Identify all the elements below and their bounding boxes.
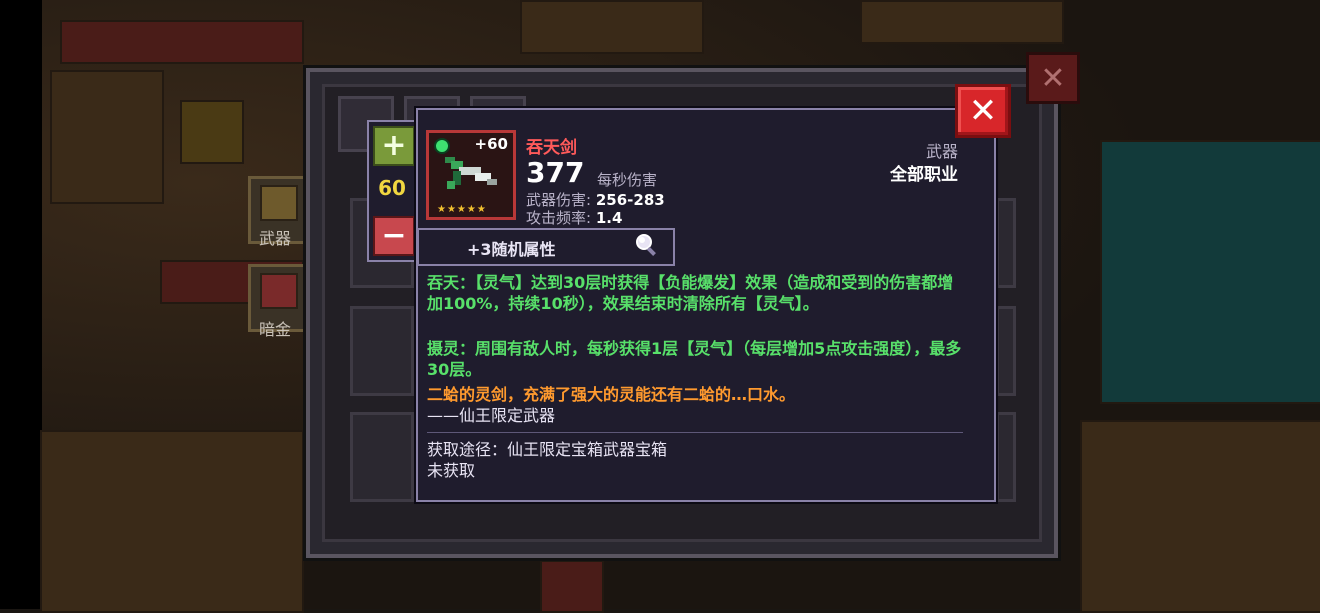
weapon-class: 全部职业 bbox=[890, 165, 958, 185]
weapon-name: 吞天剑 bbox=[526, 138, 577, 158]
weapon-enhance-level: +60 bbox=[474, 135, 508, 153]
level-value: 60 bbox=[378, 176, 406, 200]
inventory-slot[interactable] bbox=[996, 306, 1016, 396]
weapon-category-label: 武器 bbox=[259, 229, 292, 248]
level-increase-button[interactable]: + bbox=[373, 126, 415, 166]
darkgold-category-icon bbox=[260, 273, 298, 309]
weapon-category-icon bbox=[260, 185, 298, 221]
inventory-slot[interactable] bbox=[996, 198, 1016, 288]
magnifier-icon[interactable] bbox=[634, 232, 660, 258]
rarity-gem-icon bbox=[434, 138, 450, 154]
inventory-slot[interactable] bbox=[996, 412, 1016, 502]
background-decor bbox=[860, 0, 1064, 44]
darkgold-category-label: 暗金 bbox=[259, 320, 292, 339]
weapon-dps-label: 每秒伤害 bbox=[597, 171, 658, 189]
skill-devour-text: 吞天：【灵气】达到30层时获得【负能爆发】效果（造成和受到的伤害都增加100%，… bbox=[427, 273, 954, 313]
skill-absorb-text: 摄灵：周围有敌人时，每秒获得1层【灵气】（每层增加5点攻击强度），最多30层。 bbox=[427, 339, 962, 379]
screen-edge bbox=[0, 0, 42, 609]
weapon-rate-label: 攻击频率: bbox=[526, 209, 592, 227]
weapon-rate-row: 攻击频率: 1.4 bbox=[526, 207, 622, 228]
background-decor bbox=[60, 20, 304, 64]
owned-status: 未获取 bbox=[427, 461, 476, 480]
weapon-star-rating: ★★★★★ bbox=[437, 204, 487, 215]
detail-close-button[interactable]: ✕ bbox=[955, 84, 1011, 138]
background-decor bbox=[1080, 420, 1320, 613]
limited-tag: ——仙王限定武器 bbox=[427, 406, 556, 425]
weapon-rate-value: 1.4 bbox=[595, 209, 623, 227]
inventory-close-button[interactable]: ✕ bbox=[1026, 52, 1080, 104]
weapon-type: 武器 bbox=[925, 142, 958, 161]
source-text: 获取途径：仙王限定宝箱武器宝箱 bbox=[427, 440, 668, 459]
inventory-slot[interactable] bbox=[350, 412, 414, 502]
background-decor bbox=[540, 560, 604, 613]
level-decrease-button[interactable]: − bbox=[373, 216, 415, 256]
inventory-slot[interactable] bbox=[350, 306, 414, 396]
flavor-text: 二蛤的灵剑，充满了强大的灵能还有二蛤的…口水。 bbox=[427, 385, 796, 404]
card-divider bbox=[427, 432, 963, 433]
weapon-dps-value: 377 bbox=[526, 156, 585, 189]
background-decor bbox=[40, 430, 304, 613]
sword-icon bbox=[445, 157, 497, 189]
background-decor bbox=[1100, 140, 1320, 404]
background-decor bbox=[180, 100, 244, 164]
background-decor bbox=[520, 0, 704, 54]
weapon-icon-frame: +60 ★★★★★ bbox=[426, 130, 516, 220]
random-attribute-label: +3随机属性 bbox=[467, 240, 556, 259]
background-decor bbox=[50, 70, 164, 204]
